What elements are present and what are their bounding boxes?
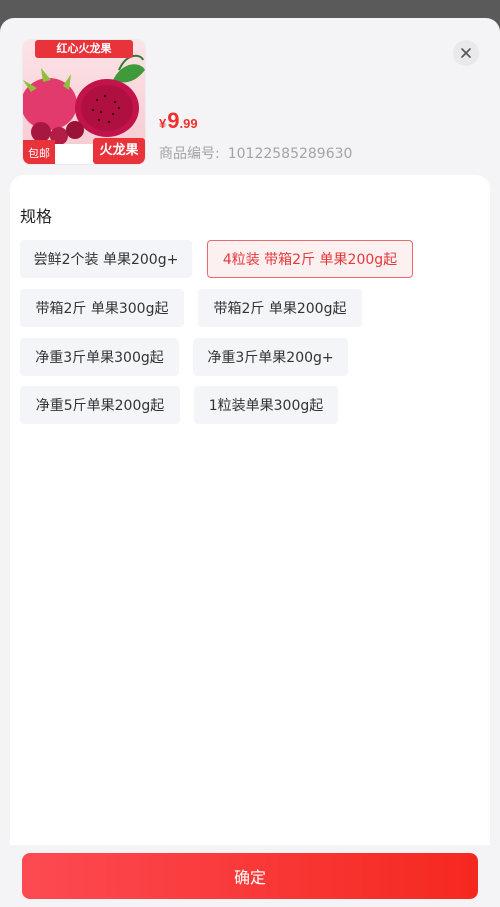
- spec-option-1[interactable]: 尝鲜2个装 单果200g+: [20, 240, 192, 278]
- spec-option-5[interactable]: 净重3斤单果300g起: [20, 338, 179, 376]
- product-sku: 商品编号: 10122585289630: [159, 143, 352, 163]
- spec-option-label: 1粒装单果300g起: [208, 398, 324, 414]
- spec-option-2-selected[interactable]: 4粒装 带箱2斤 单果200g起: [207, 240, 413, 278]
- spec-option-6[interactable]: 净重3斤单果200g+: [193, 338, 348, 376]
- sku-selector-sheet: 红心火龙果 包邮 火龙果 ¥ 9 .99 商品编号: 10122585289630…: [0, 18, 500, 907]
- image-badge-free-shipping: 包邮: [28, 147, 50, 160]
- spec-option-label: 尝鲜2个装 单果200g+: [33, 252, 179, 268]
- product-price: ¥ 9 .99: [159, 108, 198, 134]
- price-currency: ¥: [159, 116, 167, 131]
- spec-option-label: 净重5斤单果200g起: [35, 398, 165, 414]
- spec-option-label: 净重3斤单果300g起: [35, 350, 164, 366]
- footer-bar: 确定: [0, 845, 500, 907]
- close-button[interactable]: [453, 40, 479, 66]
- spec-option-label: 4粒装 带箱2斤 单果200g起: [222, 252, 398, 268]
- spec-option-7[interactable]: 净重5斤单果200g起: [20, 386, 180, 424]
- confirm-button[interactable]: 确定: [22, 853, 478, 899]
- spec-title: 规格: [20, 207, 53, 226]
- image-badge-product-name: 火龙果: [99, 143, 139, 158]
- spec-option-8[interactable]: 1粒装单果300g起: [194, 386, 338, 424]
- spec-option-label: 净重3斤单果200g+: [207, 350, 334, 366]
- spec-panel: 规格 尝鲜2个装 单果200g+ 4粒装 带箱2斤 单果200g起 带箱2斤 单…: [10, 175, 490, 875]
- sku-label: 商品编号:: [159, 146, 220, 162]
- spec-option-label: 带箱2斤 单果300g起: [35, 301, 169, 317]
- sku-value: 10122585289630: [227, 146, 353, 162]
- price-integer: 9: [167, 108, 180, 133]
- product-image[interactable]: 红心火龙果 包邮 火龙果: [22, 39, 146, 165]
- spec-option-3[interactable]: 带箱2斤 单果300g起: [20, 289, 184, 327]
- spec-option-label: 带箱2斤 单果200g起: [213, 301, 347, 317]
- spec-option-4[interactable]: 带箱2斤 单果200g起: [198, 289, 362, 327]
- price-decimal: .99: [179, 116, 198, 131]
- close-icon: [461, 48, 471, 58]
- image-banner-text: 红心火龙果: [56, 42, 112, 55]
